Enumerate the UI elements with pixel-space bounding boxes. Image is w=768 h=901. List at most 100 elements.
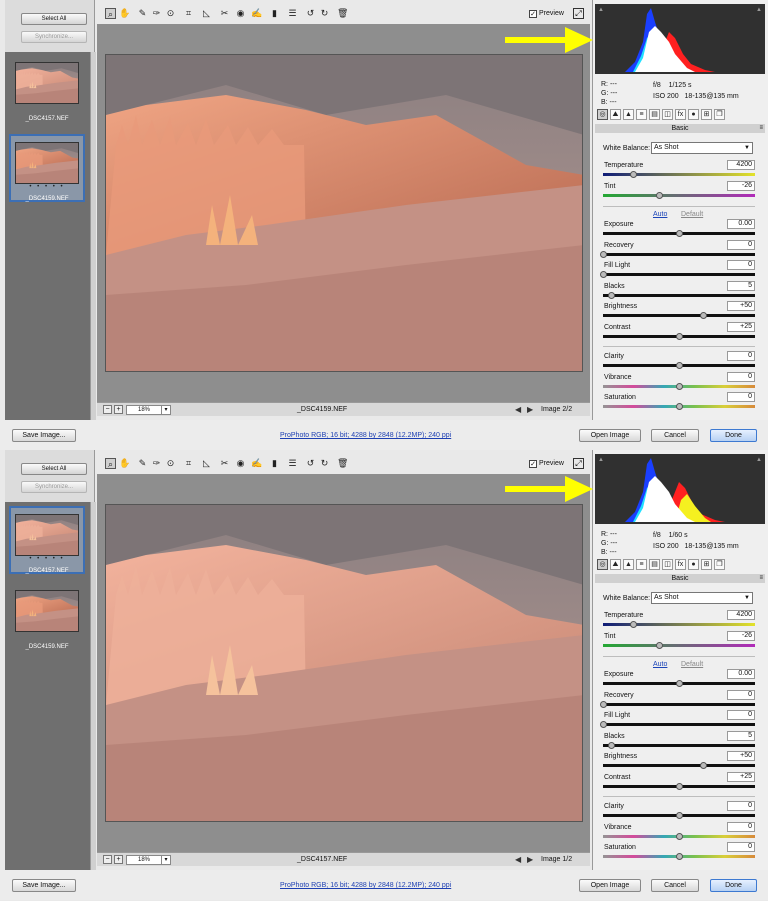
- cancel-button[interactable]: Cancel: [651, 429, 699, 442]
- done-button[interactable]: Done: [710, 879, 757, 892]
- spot-removal-tool-icon[interactable]: ✂: [219, 8, 230, 19]
- default-link[interactable]: Default: [681, 660, 703, 669]
- slider-track[interactable]: [603, 294, 755, 297]
- target-adjustment-tool-icon[interactable]: ⊙: [165, 8, 176, 19]
- next-image-icon[interactable]: ▶: [527, 405, 533, 414]
- slider-handle[interactable]: [630, 171, 638, 178]
- detail-tab-icon[interactable]: ▲: [623, 559, 634, 570]
- slider-handle[interactable]: [676, 853, 683, 860]
- white-balance-tool-icon[interactable]: ✎: [137, 8, 148, 19]
- slider-value-field[interactable]: 0: [727, 392, 755, 402]
- rotate-ccw-icon[interactable]: ↺: [305, 458, 316, 469]
- crop-tool-icon[interactable]: ⌗: [183, 458, 194, 469]
- highlight-clipping-icon[interactable]: ▲: [756, 457, 762, 463]
- slider-track[interactable]: [603, 253, 755, 256]
- filmstrip-thumbnail[interactable]: • • • • • _DSC4159.NEF: [9, 134, 85, 202]
- slider-value-field[interactable]: +25: [727, 322, 755, 332]
- tone-curve-tab-icon[interactable]: ⛰: [610, 109, 621, 120]
- preview-toggle[interactable]: ✓ Preview: [529, 9, 564, 18]
- slider-track[interactable]: [603, 764, 755, 767]
- crop-tool-icon[interactable]: ⌗: [183, 8, 194, 19]
- zoom-in-button[interactable]: +: [114, 405, 123, 414]
- filmstrip-thumbnail[interactable]: _DSC4159.NEF: [9, 584, 85, 652]
- prev-image-icon[interactable]: ◀: [515, 405, 521, 414]
- adjustment-brush-icon[interactable]: ✍: [251, 458, 262, 469]
- slider-track[interactable]: [603, 623, 755, 626]
- white-balance-select[interactable]: As Shot ▼: [651, 592, 753, 604]
- slider-handle[interactable]: [600, 721, 607, 728]
- shadow-clipping-icon[interactable]: ▲: [598, 457, 604, 463]
- slider-value-field[interactable]: 0: [727, 690, 755, 700]
- presets-tab-icon[interactable]: ⊞: [701, 559, 712, 570]
- hand-tool-icon[interactable]: ✋: [119, 8, 130, 19]
- camera-calibration-tab-icon[interactable]: ●: [688, 109, 699, 120]
- filmstrip-thumbnail[interactable]: _DSC4157.NEF: [9, 56, 85, 124]
- straighten-tool-icon[interactable]: ◺: [201, 8, 212, 19]
- slider-value-field[interactable]: 0: [727, 801, 755, 811]
- preview-toggle[interactable]: ✓ Preview: [529, 459, 564, 468]
- slider-value-field[interactable]: 0: [727, 240, 755, 250]
- lens-corrections-tab-icon[interactable]: ◫: [662, 559, 673, 570]
- red-eye-tool-icon[interactable]: ◉: [235, 8, 246, 19]
- color-sampler-tool-icon[interactable]: ✑: [151, 458, 162, 469]
- slider-value-field[interactable]: 5: [727, 731, 755, 741]
- straighten-tool-icon[interactable]: ◺: [201, 458, 212, 469]
- slider-value-field[interactable]: 4200: [727, 610, 755, 620]
- slider-handle[interactable]: [676, 783, 683, 790]
- basic-tab-icon[interactable]: ◎: [597, 109, 608, 120]
- shadow-clipping-icon[interactable]: ▲: [598, 7, 604, 13]
- zoom-in-button[interactable]: +: [114, 855, 123, 864]
- slider-handle[interactable]: [656, 192, 664, 199]
- save-image-button[interactable]: Save Image...: [12, 429, 76, 442]
- auto-link[interactable]: Auto: [653, 210, 667, 219]
- adjustment-brush-icon[interactable]: ✍: [251, 8, 262, 19]
- open-image-button[interactable]: Open Image: [579, 429, 641, 442]
- slider-value-field[interactable]: -26: [727, 631, 755, 641]
- select-all-button[interactable]: Select All: [21, 463, 87, 475]
- trash-icon[interactable]: 🗑: [337, 458, 348, 469]
- camera-calibration-tab-icon[interactable]: ●: [688, 559, 699, 570]
- slider-handle[interactable]: [656, 642, 664, 649]
- slider-track[interactable]: [603, 744, 755, 747]
- slider-value-field[interactable]: 0: [727, 351, 755, 361]
- graduated-filter-icon[interactable]: ▮: [269, 8, 280, 19]
- hsl-tab-icon[interactable]: ≡: [636, 559, 647, 570]
- slider-track[interactable]: [603, 644, 755, 647]
- snapshots-tab-icon[interactable]: ❐: [714, 559, 725, 570]
- zoom-tool-icon[interactable]: ⌕: [105, 8, 116, 19]
- fx-tab-icon[interactable]: fx: [675, 559, 686, 570]
- red-eye-tool-icon[interactable]: ◉: [235, 458, 246, 469]
- basic-tab-icon[interactable]: ◎: [597, 559, 608, 570]
- fullscreen-icon[interactable]: ⤢: [573, 458, 584, 469]
- synchronize-button[interactable]: Synchronize...: [21, 31, 87, 43]
- save-image-button[interactable]: Save Image...: [12, 879, 76, 892]
- slider-track[interactable]: [603, 703, 755, 706]
- slider-value-field[interactable]: 4200: [727, 160, 755, 170]
- panel-menu-icon[interactable]: ≡: [759, 574, 763, 583]
- filmstrip-scrollbar[interactable]: [90, 52, 96, 420]
- zoom-dropdown-icon[interactable]: ▾: [161, 405, 171, 415]
- rotate-cw-icon[interactable]: ↻: [319, 458, 330, 469]
- slider-value-field[interactable]: +50: [727, 301, 755, 311]
- fullscreen-icon[interactable]: ⤢: [573, 8, 584, 19]
- white-balance-select[interactable]: As Shot ▼: [651, 142, 753, 154]
- color-sampler-tool-icon[interactable]: ✑: [151, 8, 162, 19]
- rotate-cw-icon[interactable]: ↻: [319, 8, 330, 19]
- filmstrip-thumbnail[interactable]: • • • • • _DSC4157.NEF: [9, 506, 85, 574]
- panel-menu-icon[interactable]: ≡: [759, 124, 763, 133]
- zoom-out-button[interactable]: −: [103, 405, 112, 414]
- trash-icon[interactable]: 🗑: [337, 8, 348, 19]
- tone-curve-tab-icon[interactable]: ⛰: [610, 559, 621, 570]
- slider-track[interactable]: [603, 723, 755, 726]
- slider-value-field[interactable]: 0: [727, 842, 755, 852]
- slider-value-field[interactable]: 0: [727, 260, 755, 270]
- highlight-clipping-icon[interactable]: ▲: [756, 7, 762, 13]
- workflow-options-link[interactable]: ProPhoto RGB; 16 bit; 4288 by 2848 (12.2…: [280, 432, 451, 439]
- slider-track[interactable]: [603, 194, 755, 197]
- slider-handle[interactable]: [600, 271, 607, 278]
- detail-tab-icon[interactable]: ▲: [623, 109, 634, 120]
- hand-tool-icon[interactable]: ✋: [119, 458, 130, 469]
- workflow-options-link[interactable]: ProPhoto RGB; 16 bit; 4288 by 2848 (12.2…: [280, 882, 451, 889]
- select-all-button[interactable]: Select All: [21, 13, 87, 25]
- preview-checkbox[interactable]: ✓: [529, 460, 537, 468]
